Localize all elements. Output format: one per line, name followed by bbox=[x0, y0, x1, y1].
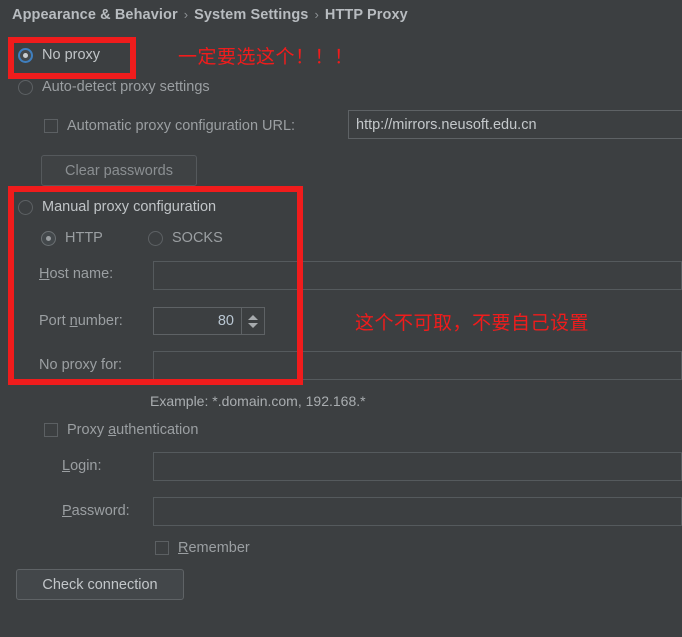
radio-indicator-no-proxy[interactable] bbox=[18, 47, 33, 63]
auto-config-url-value: http://mirrors.neusoft.edu.cn bbox=[356, 116, 537, 133]
breadcrumb-separator-icon: › bbox=[314, 7, 319, 22]
checkbox-proxy-authentication[interactable]: Proxy authentication bbox=[44, 422, 198, 438]
stepper-down-icon[interactable] bbox=[248, 322, 258, 328]
breadcrumb-item-http-proxy: HTTP Proxy bbox=[324, 7, 408, 23]
annotation-text-do-not-set: 这个不可取，不要自己设置 bbox=[355, 312, 590, 334]
checkbox-indicator-proxy-authentication[interactable] bbox=[44, 423, 58, 437]
host-name-input[interactable] bbox=[153, 261, 682, 290]
password-input[interactable] bbox=[153, 497, 682, 526]
radio-no-proxy[interactable]: No proxy bbox=[18, 47, 100, 63]
port-number-value[interactable]: 80 bbox=[154, 308, 241, 334]
http-proxy-settings-panel: Appearance & Behavior › System Settings › HT… bbox=[0, 0, 682, 637]
auto-config-url-input[interactable]: http://mirrors.neusoft.edu.cn bbox=[348, 110, 682, 139]
check-connection-button[interactable]: Check connection bbox=[16, 569, 184, 600]
radio-indicator-socks[interactable] bbox=[148, 230, 163, 246]
breadcrumb-item-system-settings[interactable]: System Settings bbox=[194, 7, 308, 23]
radio-http[interactable]: HTTP bbox=[41, 230, 103, 246]
breadcrumb-item-appearance-behavior[interactable]: Appearance & Behavior bbox=[12, 7, 178, 23]
no-proxy-for-input[interactable] bbox=[153, 351, 682, 380]
annotation-text-select-this: 一定要选这个！！！ bbox=[178, 46, 354, 68]
port-number-label: Port number: bbox=[39, 313, 123, 329]
radio-label-auto-detect: Auto-detect proxy settings bbox=[42, 79, 210, 95]
radio-label-http: HTTP bbox=[65, 230, 103, 246]
check-connection-label: Check connection bbox=[42, 576, 158, 593]
clear-passwords-label: Clear passwords bbox=[65, 162, 173, 179]
port-number-stepper[interactable]: 80 bbox=[153, 307, 265, 335]
radio-indicator-manual-proxy[interactable] bbox=[18, 199, 33, 215]
radio-label-socks: SOCKS bbox=[172, 230, 223, 246]
radio-label-manual-proxy: Manual proxy configuration bbox=[42, 199, 217, 215]
stepper-up-icon[interactable] bbox=[248, 314, 258, 320]
breadcrumb-separator-icon: › bbox=[183, 7, 189, 22]
host-name-label: HHost name:ost name: bbox=[39, 266, 114, 282]
checkbox-indicator-remember[interactable] bbox=[155, 541, 169, 555]
radio-auto-detect-proxy[interactable]: Auto-detect proxy settings bbox=[18, 79, 210, 95]
clear-passwords-button[interactable]: Clear passwords bbox=[41, 155, 197, 186]
radio-indicator-http[interactable] bbox=[41, 230, 56, 246]
login-label: Login: bbox=[62, 458, 102, 474]
checkbox-label-auto-config-url: Automatic proxy configuration URL: bbox=[67, 118, 296, 134]
checkbox-label-proxy-authentication: Proxy authentication bbox=[67, 422, 199, 438]
checkbox-indicator-auto-config-url[interactable] bbox=[44, 119, 58, 133]
checkbox-remember[interactable]: Remember bbox=[155, 540, 250, 556]
port-number-stepper-buttons[interactable] bbox=[241, 308, 264, 334]
checkbox-automatic-proxy-config-url[interactable]: Automatic proxy configuration URL: bbox=[44, 118, 295, 134]
radio-manual-proxy-configuration[interactable]: Manual proxy configuration bbox=[18, 199, 216, 215]
login-input[interactable] bbox=[153, 452, 682, 481]
radio-indicator-auto-detect[interactable] bbox=[18, 79, 33, 95]
checkbox-label-remember: Remember bbox=[178, 540, 250, 556]
example-hint: Example: *.domain.com, 192.168.* bbox=[150, 393, 366, 409]
password-label: Password: bbox=[62, 503, 130, 519]
radio-label-no-proxy: No proxy bbox=[42, 47, 101, 63]
breadcrumb: Appearance & Behavior › System Settings › HT… bbox=[12, 7, 408, 23]
no-proxy-for-label: No proxy for: bbox=[39, 357, 122, 373]
radio-socks[interactable]: SOCKS bbox=[148, 230, 223, 246]
